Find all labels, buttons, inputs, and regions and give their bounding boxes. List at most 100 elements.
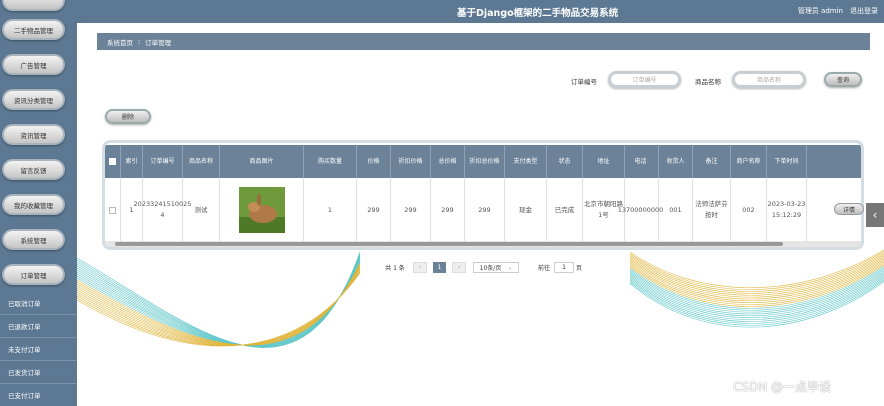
column-header-total-price: 总价格 (431, 145, 465, 178)
table-header: 索引 订单编号 商品名称 商品图片 购买数量 价格 折扣价格 总价格 折扣总价格 支付类型 状态 地址… (105, 145, 861, 178)
cell-product-image (220, 178, 304, 243)
wave-line (76, 262, 361, 346)
breadcrumb-home[interactable]: 系统首页 (107, 37, 133, 47)
column-header-order-time: 下单时间 (767, 145, 807, 178)
column-header-discount-total: 折扣总价格 (465, 145, 505, 178)
pagination-total: 共 1 条 (385, 265, 405, 272)
column-header-price: 价格 (357, 145, 391, 178)
page-size-select[interactable]: 10条/页 ⌄ (473, 262, 519, 273)
select-all-checkbox[interactable] (109, 158, 116, 165)
top-header: 基于Django框架的二手物品交易系统 管理员 admin 退出登录 (77, 0, 884, 23)
sidebar-sub-paid[interactable]: 已支付订单 (0, 384, 77, 406)
column-header-phone: 电话 (623, 145, 659, 178)
horizontal-scrollbar[interactable] (105, 241, 861, 247)
table-row: 1 20233241510025 4 测试 1 299 299 299 299 现金 已完成 北京市… (105, 178, 861, 243)
wave-line (76, 254, 361, 348)
delete-button[interactable]: 删除 (105, 109, 151, 124)
cell-order-no: 20233241510025 4 (134, 178, 191, 243)
wave-line (629, 275, 884, 320)
sidebar-item-ads[interactable]: 广告管理 (2, 54, 65, 75)
wave-line (76, 255, 361, 347)
column-header-product-image: 商品图片 (220, 145, 304, 178)
wave-line (76, 270, 361, 346)
sidebar-sub-refunded[interactable]: 已退款订单 (0, 315, 77, 338)
goto-label: 前往 (537, 265, 550, 272)
page-size-value: 10条/页 (479, 265, 502, 272)
wave-line (629, 249, 884, 288)
page-1-button[interactable]: 1 (433, 262, 446, 273)
sidebar-sub-cancelled[interactable]: 已取消订单 (0, 292, 77, 315)
wave-line (629, 264, 884, 307)
wave-line (76, 253, 361, 348)
column-header-address: 地址 (583, 145, 625, 178)
cell-discount-total: 299 (465, 178, 505, 243)
wave-line (76, 258, 361, 346)
query-button[interactable]: 查询 (824, 72, 862, 87)
sidebar-item-news[interactable]: 资讯管理 (2, 124, 65, 145)
cell-price: 299 (357, 178, 391, 243)
next-page-button[interactable]: › (452, 262, 466, 273)
wave-line (76, 260, 361, 346)
wave-line (76, 266, 361, 346)
sidebar-sub-unpaid[interactable]: 未支付订单 (0, 338, 77, 361)
order-no-label: 订单编号 (571, 78, 597, 86)
cell-receiver: 001 (659, 178, 693, 243)
sidebar-item-feedback[interactable]: 留言反馈 (2, 159, 65, 180)
orders-table: 索引 订单编号 商品名称 商品图片 购买数量 价格 折扣价格 总价格 折扣总价格 支付类型 状态 地址… (102, 140, 864, 250)
sidebar-item-system[interactable]: 系统管理 (2, 229, 65, 250)
wave-line (76, 267, 361, 346)
wave-line (76, 264, 361, 346)
sidebar-item-news-category[interactable]: 资讯分类管理 (2, 89, 65, 110)
cell-merchant: 002 (731, 178, 767, 243)
cell-order-time: 2023-03-23 15:12:29 (767, 178, 807, 243)
cell-status: 已完成 (547, 178, 583, 243)
column-header-discount-price: 折扣价格 (391, 145, 431, 178)
sidebar-item-products[interactable]: 二手物品管理 (2, 19, 65, 40)
product-name-label: 商品名称 (695, 78, 721, 86)
cell-discount-price: 299 (391, 178, 431, 243)
sidebar: 二手物品管理 广告管理 资讯分类管理 资讯管理 留言反馈 我的收藏管理 系统管理… (0, 0, 77, 406)
chevron-down-icon: ⌄ (507, 264, 513, 271)
goto-page-input[interactable]: 1 (554, 262, 574, 273)
product-thumbnail (238, 187, 285, 233)
column-header-index: 索引 (121, 145, 143, 178)
logout-link[interactable]: 退出登录 (850, 6, 878, 16)
sidebar-item-favorites[interactable]: 我的收藏管理 (2, 194, 65, 215)
watermark: CSDN @一点毕设 (733, 380, 832, 394)
detail-button[interactable]: 详情 (834, 203, 864, 215)
column-header-note: 备注 (693, 145, 731, 178)
column-header-receiver: 收货人 (659, 145, 693, 178)
sidebar-item-orders[interactable]: 订单管理 (2, 264, 65, 285)
order-no-input[interactable]: 订单编号 (608, 71, 681, 88)
prev-page-button[interactable]: ‹ (413, 262, 427, 273)
wave-line (76, 263, 361, 346)
wave-line (76, 259, 361, 346)
app-title: 基于Django框架的二手物品交易系统 (457, 8, 619, 19)
cell-phone: 13700000000 (618, 178, 663, 243)
cell-pay-type: 现金 (505, 178, 547, 243)
column-header-status: 状态 (547, 145, 583, 178)
wave-line (629, 276, 884, 322)
cell-product-name: 测试 (183, 178, 220, 243)
column-header-pay-type: 支付类型 (505, 145, 547, 178)
wave-line (76, 269, 361, 346)
sidebar-sub-shipped[interactable]: 已发货订单 (0, 361, 77, 384)
collapse-arrow-icon[interactable]: ‹ (866, 203, 884, 227)
cell-quantity: 1 (304, 178, 357, 243)
page-unit-label: 页 (575, 265, 582, 272)
column-header-order-no: 订单编号 (143, 145, 183, 178)
breadcrumb: 系统首页 ⁝ 订单管理 (97, 33, 870, 50)
column-header-quantity: 购买数量 (304, 145, 357, 178)
user-label: 管理员 admin (797, 7, 843, 15)
column-header-select-all[interactable] (105, 145, 121, 178)
row-checkbox[interactable] (109, 206, 116, 214)
breadcrumb-separator: ⁝ (138, 37, 141, 46)
cell-note: 法师法萨芬按时 (693, 178, 731, 243)
breadcrumb-current: 订单管理 (145, 38, 172, 47)
product-name-input[interactable]: 商品名称 (732, 71, 806, 88)
cell-total-price: 299 (431, 178, 465, 243)
column-header-merchant: 商户名称 (731, 145, 767, 178)
sidebar-item-top[interactable] (2, 0, 65, 11)
column-header-product-name: 商品名称 (183, 145, 220, 178)
cell-select-all[interactable] (105, 178, 121, 243)
